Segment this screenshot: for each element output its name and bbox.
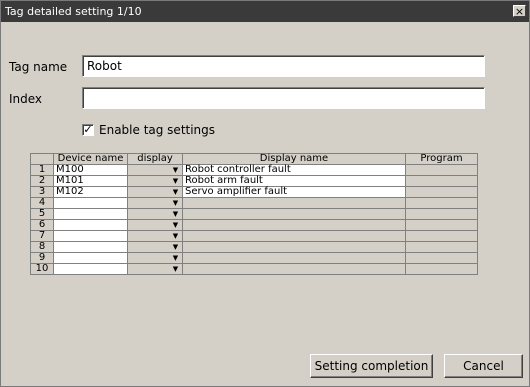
device-name-cell[interactable] xyxy=(53,252,128,264)
table-row: 1 M100 ▼ Robot controller fault xyxy=(30,164,478,176)
row-number-cell: 2 xyxy=(30,175,54,187)
header-display-name: Display name xyxy=(182,153,406,165)
device-name-cell[interactable] xyxy=(53,219,128,231)
program-cell[interactable] xyxy=(405,208,478,220)
chevron-down-icon[interactable]: ▼ xyxy=(170,188,181,197)
table-row: 6 ▼ xyxy=(30,219,478,231)
index-input[interactable] xyxy=(82,87,485,109)
title-bar[interactable]: Tag detailed setting 1/10 × xyxy=(1,1,529,22)
display-select-cell[interactable]: ▼ xyxy=(127,186,183,198)
display-name-cell[interactable] xyxy=(182,230,406,242)
header-device-name: Device name xyxy=(53,153,128,165)
close-icon[interactable]: × xyxy=(513,5,526,17)
program-cell[interactable] xyxy=(405,241,478,253)
chevron-down-icon[interactable]: ▼ xyxy=(170,177,181,186)
display-name-cell[interactable] xyxy=(182,219,406,231)
display-select-cell[interactable]: ▼ xyxy=(127,164,183,176)
chevron-down-icon[interactable]: ▼ xyxy=(170,221,181,230)
row-number-cell: 5 xyxy=(30,208,54,220)
cancel-button[interactable]: Cancel xyxy=(444,354,523,378)
display-name-cell[interactable] xyxy=(182,208,406,220)
display-name-cell[interactable] xyxy=(182,241,406,253)
program-cell[interactable] xyxy=(405,219,478,231)
display-name-cell[interactable]: Robot controller fault xyxy=(182,164,406,176)
table-row: 4 ▼ xyxy=(30,197,478,209)
program-cell[interactable] xyxy=(405,186,478,198)
device-name-cell[interactable] xyxy=(53,208,128,220)
program-cell[interactable] xyxy=(405,263,478,275)
device-name-cell[interactable]: M101 xyxy=(53,175,128,187)
display-select-cell[interactable]: ▼ xyxy=(127,197,183,209)
row-number-cell: 9 xyxy=(30,252,54,264)
header-display: display xyxy=(127,153,183,165)
display-name-cell[interactable] xyxy=(182,252,406,264)
program-cell[interactable] xyxy=(405,164,478,176)
table-row: 2 M101 ▼ Robot arm fault xyxy=(30,175,478,187)
table-row: 10 ▼ xyxy=(30,263,478,275)
device-name-cell[interactable] xyxy=(53,230,128,242)
display-select-cell[interactable]: ▼ xyxy=(127,263,183,275)
tag-name-input[interactable]: Robot xyxy=(82,55,485,77)
device-name-cell[interactable] xyxy=(53,263,128,275)
row-number-cell: 3 xyxy=(30,186,54,198)
table-row: 9 ▼ xyxy=(30,252,478,264)
row-number-cell: 4 xyxy=(30,197,54,209)
header-program: Program xyxy=(405,153,478,165)
tag-name-label: Tag name xyxy=(9,60,68,74)
display-name-cell[interactable] xyxy=(182,197,406,209)
program-cell[interactable] xyxy=(405,175,478,187)
row-number-cell: 7 xyxy=(30,230,54,242)
setting-completion-button[interactable]: Setting completion xyxy=(310,354,433,378)
program-cell[interactable] xyxy=(405,252,478,264)
row-number-cell: 1 xyxy=(30,164,54,176)
device-name-cell[interactable]: M100 xyxy=(53,164,128,176)
chevron-down-icon[interactable]: ▼ xyxy=(170,254,181,263)
table-row: 5 ▼ xyxy=(30,208,478,220)
display-name-cell[interactable]: Robot arm fault xyxy=(182,175,406,187)
device-name-cell[interactable] xyxy=(53,241,128,253)
program-cell[interactable] xyxy=(405,197,478,209)
program-cell[interactable] xyxy=(405,230,478,242)
chevron-down-icon[interactable]: ▼ xyxy=(170,210,181,219)
display-select-cell[interactable]: ▼ xyxy=(127,230,183,242)
enable-tag-settings-checkbox[interactable]: ✓ xyxy=(82,124,94,136)
chevron-down-icon[interactable]: ▼ xyxy=(170,166,181,175)
chevron-down-icon[interactable]: ▼ xyxy=(170,265,181,274)
row-number-cell: 6 xyxy=(30,219,54,231)
chevron-down-icon[interactable]: ▼ xyxy=(170,243,181,252)
display-select-cell[interactable]: ▼ xyxy=(127,175,183,187)
window-title: Tag detailed setting 1/10 xyxy=(5,5,142,18)
display-name-cell[interactable] xyxy=(182,263,406,275)
device-name-cell[interactable] xyxy=(53,197,128,209)
row-number-cell: 10 xyxy=(30,263,54,275)
chevron-down-icon[interactable]: ▼ xyxy=(170,199,181,208)
display-select-cell[interactable]: ▼ xyxy=(127,208,183,220)
table-row: 3 M102 ▼ Servo amplifier fault xyxy=(30,186,478,198)
index-label: Index xyxy=(9,92,43,106)
table-row: 7 ▼ xyxy=(30,230,478,242)
display-select-cell[interactable]: ▼ xyxy=(127,252,183,264)
chevron-down-icon[interactable]: ▼ xyxy=(170,232,181,241)
row-number-cell: 8 xyxy=(30,241,54,253)
display-select-cell[interactable]: ▼ xyxy=(127,219,183,231)
display-select-cell[interactable]: ▼ xyxy=(127,241,183,253)
table-row: 8 ▼ xyxy=(30,241,478,253)
header-row-number xyxy=(30,153,54,165)
display-name-cell[interactable]: Servo amplifier fault xyxy=(182,186,406,198)
tag-device-table: Device name display Display name Program… xyxy=(30,153,478,275)
check-icon: ✓ xyxy=(83,123,93,136)
enable-tag-settings-label: Enable tag settings xyxy=(99,123,216,137)
tag-detailed-setting-dialog: Tag detailed setting 1/10 × Tag name Rob… xyxy=(0,0,530,387)
device-name-cell[interactable]: M102 xyxy=(53,186,128,198)
